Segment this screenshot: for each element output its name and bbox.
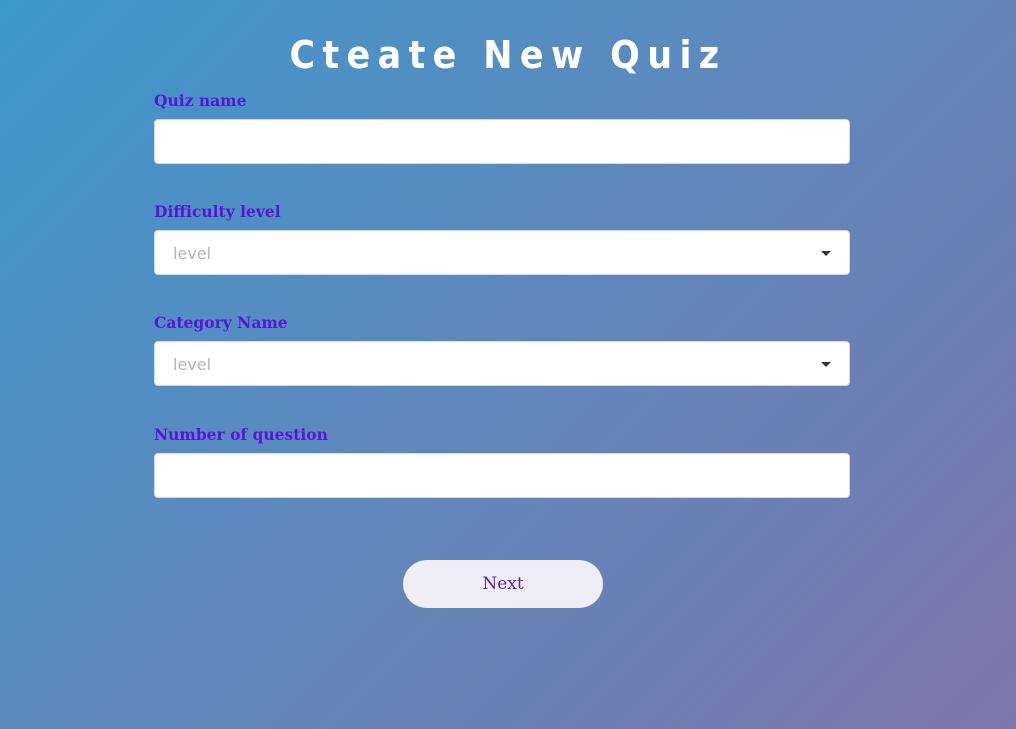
number-of-question-label: Number of question [154,425,328,444]
difficulty-level-label: Difficulty level [154,202,281,221]
number-of-question-field[interactable] [154,453,850,498]
difficulty-level-selected-value: level [173,244,212,263]
caret-down-icon [821,362,831,367]
quiz-name-input[interactable] [155,120,849,163]
caret-down-icon [821,251,831,256]
category-name-select[interactable]: level [154,341,850,386]
difficulty-level-select[interactable]: level [154,230,850,275]
quiz-name-label: Quiz name [154,91,247,110]
next-button[interactable]: Next [403,560,603,608]
category-name-selected-value: level [173,355,212,374]
page-title: Cteate New Quiz [289,33,727,77]
number-of-question-input[interactable] [155,454,849,497]
category-name-label: Category Name [154,313,288,332]
quiz-name-field[interactable] [154,119,850,164]
